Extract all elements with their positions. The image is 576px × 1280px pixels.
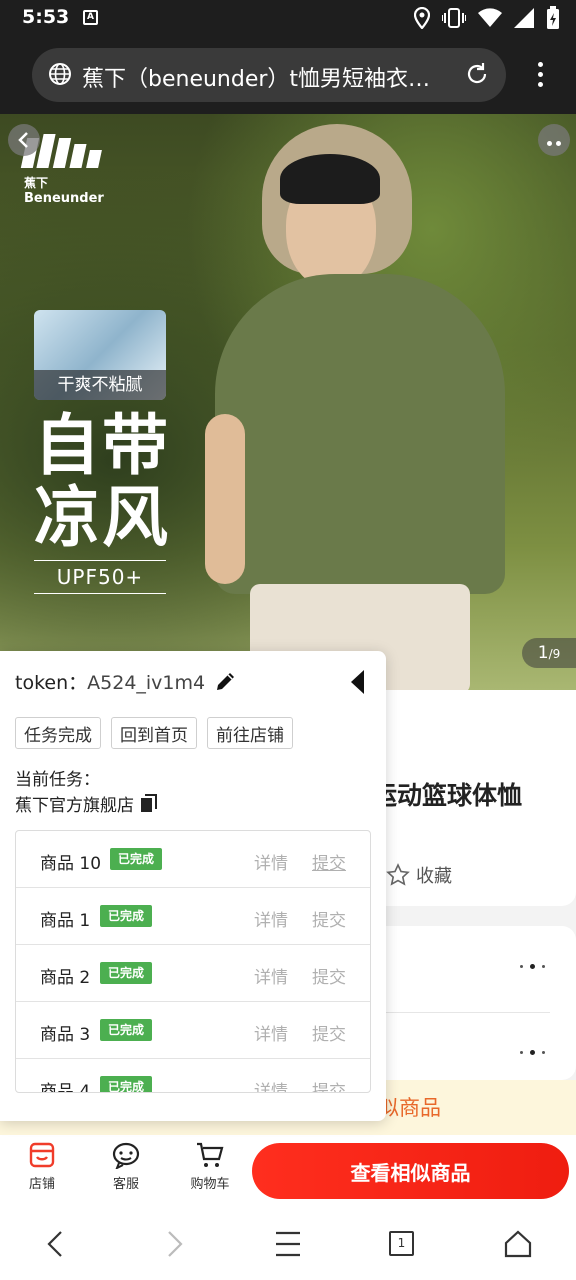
similar-strip-text: 似商品 xyxy=(378,1096,441,1120)
copy-icon[interactable] xyxy=(140,793,158,814)
hair-shape xyxy=(280,154,380,204)
counter-total: /9 xyxy=(548,647,561,661)
more-dots-icon[interactable] xyxy=(520,964,545,969)
star-icon xyxy=(386,863,410,886)
item-name: 商品 1 xyxy=(40,911,91,931)
list-item: 商品 1 已完成 详情 提交 xyxy=(16,888,370,945)
submit-link[interactable]: 提交 xyxy=(312,906,346,931)
divider xyxy=(386,1012,550,1013)
list-item: 商品 2 已完成 详情 提交 xyxy=(16,945,370,1002)
feature-photo: 干爽不粘腻 xyxy=(34,310,166,400)
tab-switcher-button[interactable]: 1 xyxy=(389,1231,414,1256)
headline-line-1: 自带 xyxy=(34,407,170,484)
view-similar-button[interactable]: 查看相似商品 xyxy=(252,1143,569,1199)
list-item: 商品 10 已完成 详情 提交 xyxy=(16,831,370,888)
address-bar[interactable]: 蕉下（beneunder）t恤男短袖衣服… xyxy=(32,48,506,102)
product-task-list: 商品 10 已完成 详情 提交 商品 1 已完成 详情 提交 商品 2 已完成 … xyxy=(15,830,371,1093)
cart-label: 购物车 xyxy=(190,1177,230,1192)
notification-badge-icon: A xyxy=(83,10,98,25)
detail-link[interactable]: 详情 xyxy=(254,963,288,988)
token-row: token：A524_iv1m4 xyxy=(15,668,205,695)
browser-menu-icon[interactable] xyxy=(538,62,546,92)
service-label: 客服 xyxy=(112,1177,139,1192)
item-name: 商品 4 xyxy=(40,1082,91,1093)
list-item: 商品 4 已完成 详情 提交 xyxy=(16,1059,370,1093)
status-time: 5:53 xyxy=(22,6,70,28)
wifi-icon xyxy=(478,8,502,27)
brand-name-en: Beneunder xyxy=(24,191,104,206)
status-badge: 已完成 xyxy=(100,1076,153,1092)
item-name: 商品 10 xyxy=(40,854,102,874)
submit-link[interactable]: 提交 xyxy=(312,1077,346,1092)
status-badge: 已完成 xyxy=(100,905,153,927)
panel-buttons: 任务完成 回到首页 前往店铺 xyxy=(15,717,293,749)
status-badge: 已完成 xyxy=(100,962,153,984)
chevron-left-icon xyxy=(18,132,28,148)
list-item: 商品 3 已完成 详情 提交 xyxy=(16,1002,370,1059)
current-task-label: 当前任务： xyxy=(15,770,100,790)
favorite-label: 收藏 xyxy=(416,866,452,887)
service-button[interactable]: 客服 xyxy=(96,1141,156,1192)
reload-icon[interactable] xyxy=(464,61,490,87)
counter-current: 1 xyxy=(537,643,549,663)
brand-name-cn: 蕉下 xyxy=(24,176,49,190)
browser-toolbar: 蕉下（beneunder）t恤男短袖衣服… xyxy=(0,36,576,114)
cart-button[interactable]: 购物车 xyxy=(180,1141,240,1192)
arm-shape xyxy=(205,414,245,584)
image-counter: 1/9 xyxy=(522,638,576,668)
detail-link[interactable]: 详情 xyxy=(254,849,288,874)
more-button[interactable] xyxy=(538,124,570,156)
bottom-action-bar: 店铺 客服 购物车 查看相似商品 xyxy=(0,1135,576,1207)
token-value: A524_iv1m4 xyxy=(87,672,206,694)
status-bar: 5:53 A xyxy=(0,0,576,36)
globe-icon xyxy=(49,63,71,85)
back-arrow-icon[interactable] xyxy=(44,1229,68,1259)
back-home-button[interactable]: 回到首页 xyxy=(111,717,197,749)
cart-icon xyxy=(197,1142,224,1167)
store-label: 店铺 xyxy=(28,1177,55,1192)
tshirt-shape xyxy=(215,274,505,594)
battery-icon xyxy=(547,6,559,29)
upf-label: UPF50+ xyxy=(34,560,166,594)
signal-icon xyxy=(514,8,534,28)
status-icons xyxy=(414,6,560,30)
submit-link[interactable]: 提交 xyxy=(312,1020,346,1045)
collapse-panel-icon[interactable] xyxy=(348,668,368,696)
vibrate-icon xyxy=(442,8,466,28)
store-icon xyxy=(29,1142,55,1168)
headline-line-2: 凉风 xyxy=(34,479,170,556)
hero-headline: 自带 凉风 xyxy=(34,410,170,554)
go-to-store-button[interactable]: 前往店铺 xyxy=(207,717,293,749)
token-label: token： xyxy=(15,672,88,694)
edit-pencil-icon[interactable] xyxy=(214,669,238,693)
submit-link[interactable]: 提交 xyxy=(312,849,346,874)
home-icon[interactable] xyxy=(504,1229,532,1259)
item-name: 商品 3 xyxy=(40,1025,91,1045)
back-button[interactable] xyxy=(8,124,40,156)
more-dots-icon[interactable] xyxy=(520,1050,545,1055)
current-task: 蕉下官方旗舰店 xyxy=(15,791,158,816)
store-button[interactable]: 店铺 xyxy=(12,1141,72,1192)
feature-caption: 干爽不粘腻 xyxy=(34,370,166,400)
product-title: 运动篮球体恤 xyxy=(372,781,523,810)
favorite-button[interactable]: 收藏 xyxy=(386,862,452,888)
browser-navigation-bar: 1 xyxy=(0,1207,576,1280)
status-badge: 已完成 xyxy=(110,848,163,870)
status-badge: 已完成 xyxy=(100,1019,153,1041)
item-name: 商品 2 xyxy=(40,968,91,988)
detail-link[interactable]: 详情 xyxy=(254,1077,288,1092)
current-task-value: 蕉下官方旗舰店 xyxy=(15,796,134,816)
task-panel: token：A524_iv1m4 任务完成 回到首页 前往店铺 当前任务： 蕉下… xyxy=(0,651,386,1121)
location-icon xyxy=(414,7,430,29)
detail-link[interactable]: 详情 xyxy=(254,1020,288,1045)
detail-link[interactable]: 详情 xyxy=(254,906,288,931)
url-text[interactable]: 蕉下（beneunder）t恤男短袖衣服… xyxy=(82,61,452,93)
task-complete-button[interactable]: 任务完成 xyxy=(15,717,101,749)
customer-service-icon xyxy=(112,1142,140,1169)
product-image-carousel[interactable]: 蕉下 Beneunder 干爽不粘腻 自带 凉风 UPF50+ 1/9 xyxy=(0,114,576,690)
menu-lines-icon[interactable] xyxy=(274,1229,302,1259)
forward-arrow-icon[interactable] xyxy=(162,1229,186,1259)
submit-link[interactable]: 提交 xyxy=(312,963,346,988)
